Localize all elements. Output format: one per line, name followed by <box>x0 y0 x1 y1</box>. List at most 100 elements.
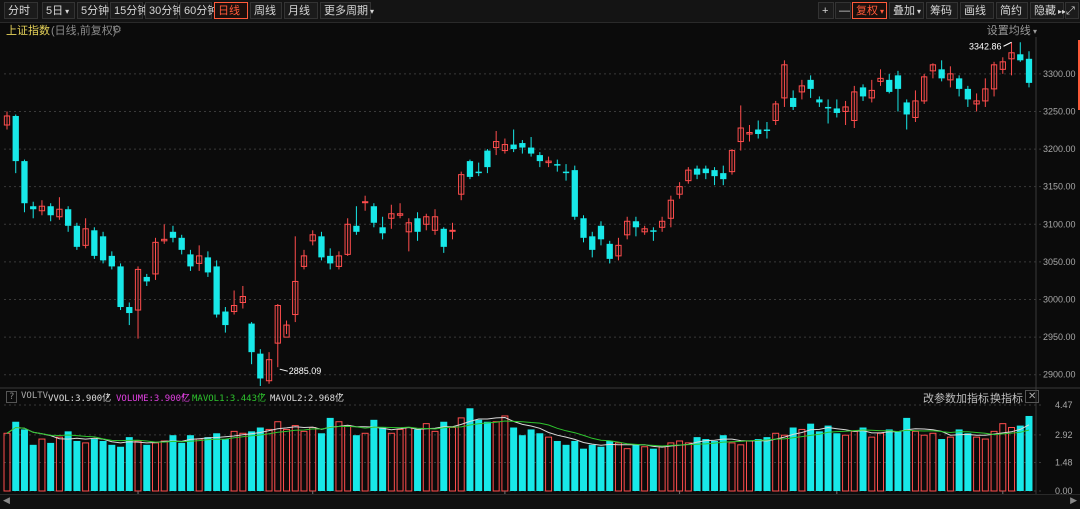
volume-bar <box>667 442 675 492</box>
volume-bar <box>1025 415 1033 491</box>
volume-bar <box>842 434 850 492</box>
y-tick-label: 2950.00 <box>1043 332 1076 342</box>
volume-bar <box>117 446 125 491</box>
volume-bar <box>911 430 919 492</box>
volume-bar <box>309 427 317 492</box>
candle-body <box>955 78 963 89</box>
candle-body <box>536 155 543 162</box>
down-arrow-icon: ↓ <box>105 391 111 401</box>
candle-body <box>597 225 605 240</box>
volume-bar <box>719 435 727 491</box>
scroll-right-icon[interactable]: ▶ <box>1070 495 1077 506</box>
volume-bar <box>186 435 194 491</box>
y-tick-label: 3200.00 <box>1043 144 1076 154</box>
annotation-arrow <box>279 368 288 372</box>
candle-body <box>178 237 185 250</box>
candle-body <box>903 102 910 115</box>
candle-body <box>824 106 832 109</box>
volume-tick-label: 2.92 <box>1055 430 1073 440</box>
volume-bar <box>536 433 544 491</box>
up-arrow-icon: ↑ <box>337 391 343 401</box>
volume-bar <box>317 433 325 491</box>
volume-bar <box>195 438 203 492</box>
candle-body <box>510 144 517 150</box>
volume-bar <box>73 440 81 491</box>
volume-tick-label: 0.00 <box>1055 486 1073 494</box>
volume-bar <box>475 419 483 491</box>
volume-bar <box>597 446 605 491</box>
volume-bar <box>256 427 264 491</box>
candle-body <box>449 229 456 232</box>
volume-bar <box>248 431 256 491</box>
volume-bar <box>370 419 378 491</box>
candle-body <box>73 225 81 247</box>
volume-bar <box>440 421 448 491</box>
add-indicator-button[interactable]: 加指标 <box>956 390 989 406</box>
candle-body <box>318 236 325 258</box>
volume-bar <box>82 442 90 492</box>
candle-body <box>886 79 893 92</box>
candle-body <box>169 231 177 238</box>
volume-bar <box>414 429 422 491</box>
candle-body <box>554 164 561 166</box>
volume-bar <box>492 421 500 492</box>
volume-bar <box>815 431 823 491</box>
time-scrollbar[interactable]: ◀ ▶ <box>0 494 1080 509</box>
volume-bar <box>90 439 98 491</box>
mavol2-value: MAVOL2:2.968亿 <box>270 394 345 404</box>
volume-bar <box>1016 425 1024 491</box>
volume-bar <box>326 417 334 491</box>
candle-body <box>562 171 570 174</box>
volume-header: ? VOLTV VVOL:3.900亿 ↓ VOLUME:3.900亿 ↑ MA… <box>0 388 1080 404</box>
volume-tick-label: 1.48 <box>1055 458 1073 468</box>
mavol1-value: MAVOL1:3.443亿 <box>192 394 267 404</box>
volume-bar <box>99 440 107 491</box>
candle-body <box>222 311 229 326</box>
candle-body <box>466 161 474 177</box>
volume-bar <box>352 435 360 491</box>
volume-bar <box>510 427 518 491</box>
volume-bar <box>134 440 142 492</box>
volume-bar <box>291 425 299 492</box>
volume-bar <box>64 431 72 491</box>
volume-bar <box>12 421 20 491</box>
volume-bar <box>545 436 553 492</box>
volume-bar <box>55 436 63 492</box>
candle-body <box>475 171 482 174</box>
volume-bar <box>763 437 771 491</box>
volume-bar <box>868 436 876 492</box>
volume-bar <box>580 448 588 491</box>
candle-body <box>816 99 823 103</box>
volume-bar <box>606 440 614 491</box>
candlestick-chart[interactable]: 3300.00 3250.00 3200.00 3150.00 3100.00 3050.… <box>0 0 1080 494</box>
volume-bar <box>588 444 596 491</box>
candle-body <box>702 168 709 174</box>
candle-body <box>21 161 28 204</box>
y-tick-label: 3000.00 <box>1043 295 1076 305</box>
candle-body <box>755 129 762 135</box>
volume-indicator-name: VOLTV <box>21 391 49 401</box>
volume-bar <box>20 429 28 491</box>
volume-bar <box>422 423 430 492</box>
scroll-left-icon[interactable]: ◀ <box>3 495 10 506</box>
candle-body <box>257 353 264 379</box>
candle-body <box>117 266 124 308</box>
y-tick-label: 3050.00 <box>1043 257 1076 267</box>
y-tick-label: 3250.00 <box>1043 106 1076 116</box>
volume-bar <box>632 444 640 491</box>
candle-body <box>1025 58 1033 83</box>
volume-bar <box>955 429 963 491</box>
candle-body <box>143 276 150 282</box>
volume-bar <box>649 448 657 491</box>
candle-body <box>519 143 526 148</box>
edit-params-button[interactable]: 改参数 <box>923 390 956 406</box>
candle-body <box>91 230 98 256</box>
y-tick-label: 2900.00 <box>1043 370 1076 380</box>
close-icon[interactable]: ✕ <box>1025 390 1040 403</box>
volume-bar <box>807 423 815 491</box>
help-icon[interactable]: ? <box>6 391 18 403</box>
candle-body <box>108 255 115 267</box>
volume-bar <box>894 431 902 491</box>
volume-bar <box>178 442 186 491</box>
switch-indicator-button[interactable]: 换指标 <box>990 390 1023 406</box>
